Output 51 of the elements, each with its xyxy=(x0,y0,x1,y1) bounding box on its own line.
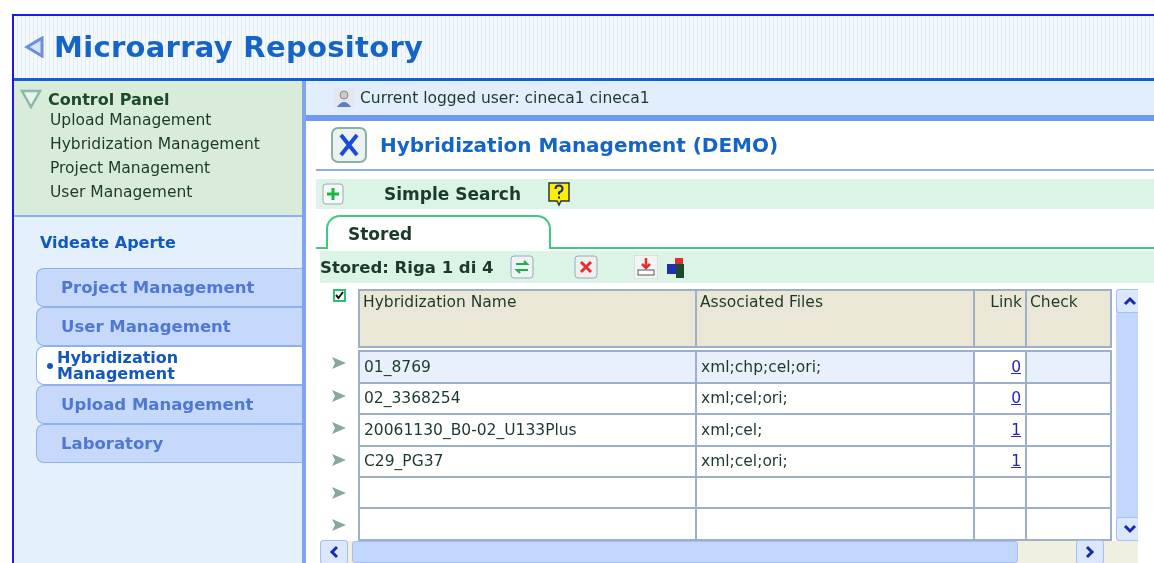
row-arrow-icon[interactable] xyxy=(331,485,347,500)
row-arrow-icon[interactable] xyxy=(331,356,347,371)
table-cell: 01_8769 xyxy=(359,351,696,383)
row-arrow-icon[interactable] xyxy=(331,388,347,403)
scroll-right-icon[interactable] xyxy=(1076,540,1104,563)
menu-item[interactable]: Hybridization Management xyxy=(50,133,260,157)
row-arrow-icon[interactable] xyxy=(331,453,347,468)
table-cell: 20061130_B0-02_U133Plus xyxy=(359,414,696,446)
link-count[interactable]: 0 xyxy=(1011,389,1021,408)
refresh-icon[interactable] xyxy=(509,255,534,279)
link-count[interactable]: 0 xyxy=(1011,357,1021,376)
scroll-up-icon[interactable] xyxy=(1116,289,1138,313)
table-cell: xml;cel; xyxy=(696,414,974,446)
scroll-left-icon[interactable] xyxy=(320,540,348,563)
link-count[interactable]: 1 xyxy=(1011,452,1021,471)
menu-item[interactable]: Project Management xyxy=(50,157,211,181)
column-header[interactable]: Link xyxy=(974,290,1026,347)
table-cell: C29_PG37 xyxy=(359,445,696,477)
column-header[interactable]: Associated Files xyxy=(696,290,974,347)
collapse-triangle-icon[interactable] xyxy=(20,89,42,109)
row-arrow-icon[interactable] xyxy=(331,420,347,435)
page-title: Hybridization Management (DEMO) xyxy=(380,133,779,157)
export-icon[interactable] xyxy=(665,256,686,278)
table-cell: xml;cel;ori; xyxy=(696,382,974,415)
view-tab[interactable]: Hybridization Management xyxy=(36,346,302,385)
help-icon[interactable] xyxy=(547,181,572,207)
link-count[interactable]: 1 xyxy=(1011,420,1021,439)
table-cell: xml;cel;ori; xyxy=(696,445,974,477)
row-arrow-icon[interactable] xyxy=(331,517,347,532)
menu-item[interactable]: Upload Management xyxy=(50,109,212,133)
table-cell: xml;chp;cel;ori; xyxy=(696,351,974,383)
user-icon xyxy=(334,88,354,108)
back-triangle-icon[interactable] xyxy=(24,36,44,58)
download-icon[interactable] xyxy=(633,255,658,279)
tab[interactable]: Stored xyxy=(326,215,551,249)
table-cell: 02_3368254 xyxy=(359,382,696,415)
scroll-down-icon[interactable] xyxy=(1116,517,1138,541)
expand-plus-icon[interactable] xyxy=(322,183,344,205)
section-title: Videate Aperte xyxy=(40,233,176,252)
app-title: Microarray Repository xyxy=(54,30,424,64)
logged-user-label: Current logged user: cineca1 cineca1 xyxy=(360,89,650,107)
record-status: Stored: Riga 1 di 4 xyxy=(320,257,494,277)
delete-icon[interactable] xyxy=(573,255,598,279)
column-header[interactable]: Hybridization Name xyxy=(359,290,696,347)
select-all-checkbox[interactable] xyxy=(332,289,346,302)
menu-item[interactable]: User Management xyxy=(50,181,193,205)
scrollbar-thumb[interactable] xyxy=(352,541,1018,563)
column-header[interactable]: Check xyxy=(1026,290,1111,347)
search-section-title[interactable]: Simple Search xyxy=(384,184,522,204)
close-icon[interactable] xyxy=(330,126,368,164)
panel-title: Control Panel xyxy=(48,90,170,109)
